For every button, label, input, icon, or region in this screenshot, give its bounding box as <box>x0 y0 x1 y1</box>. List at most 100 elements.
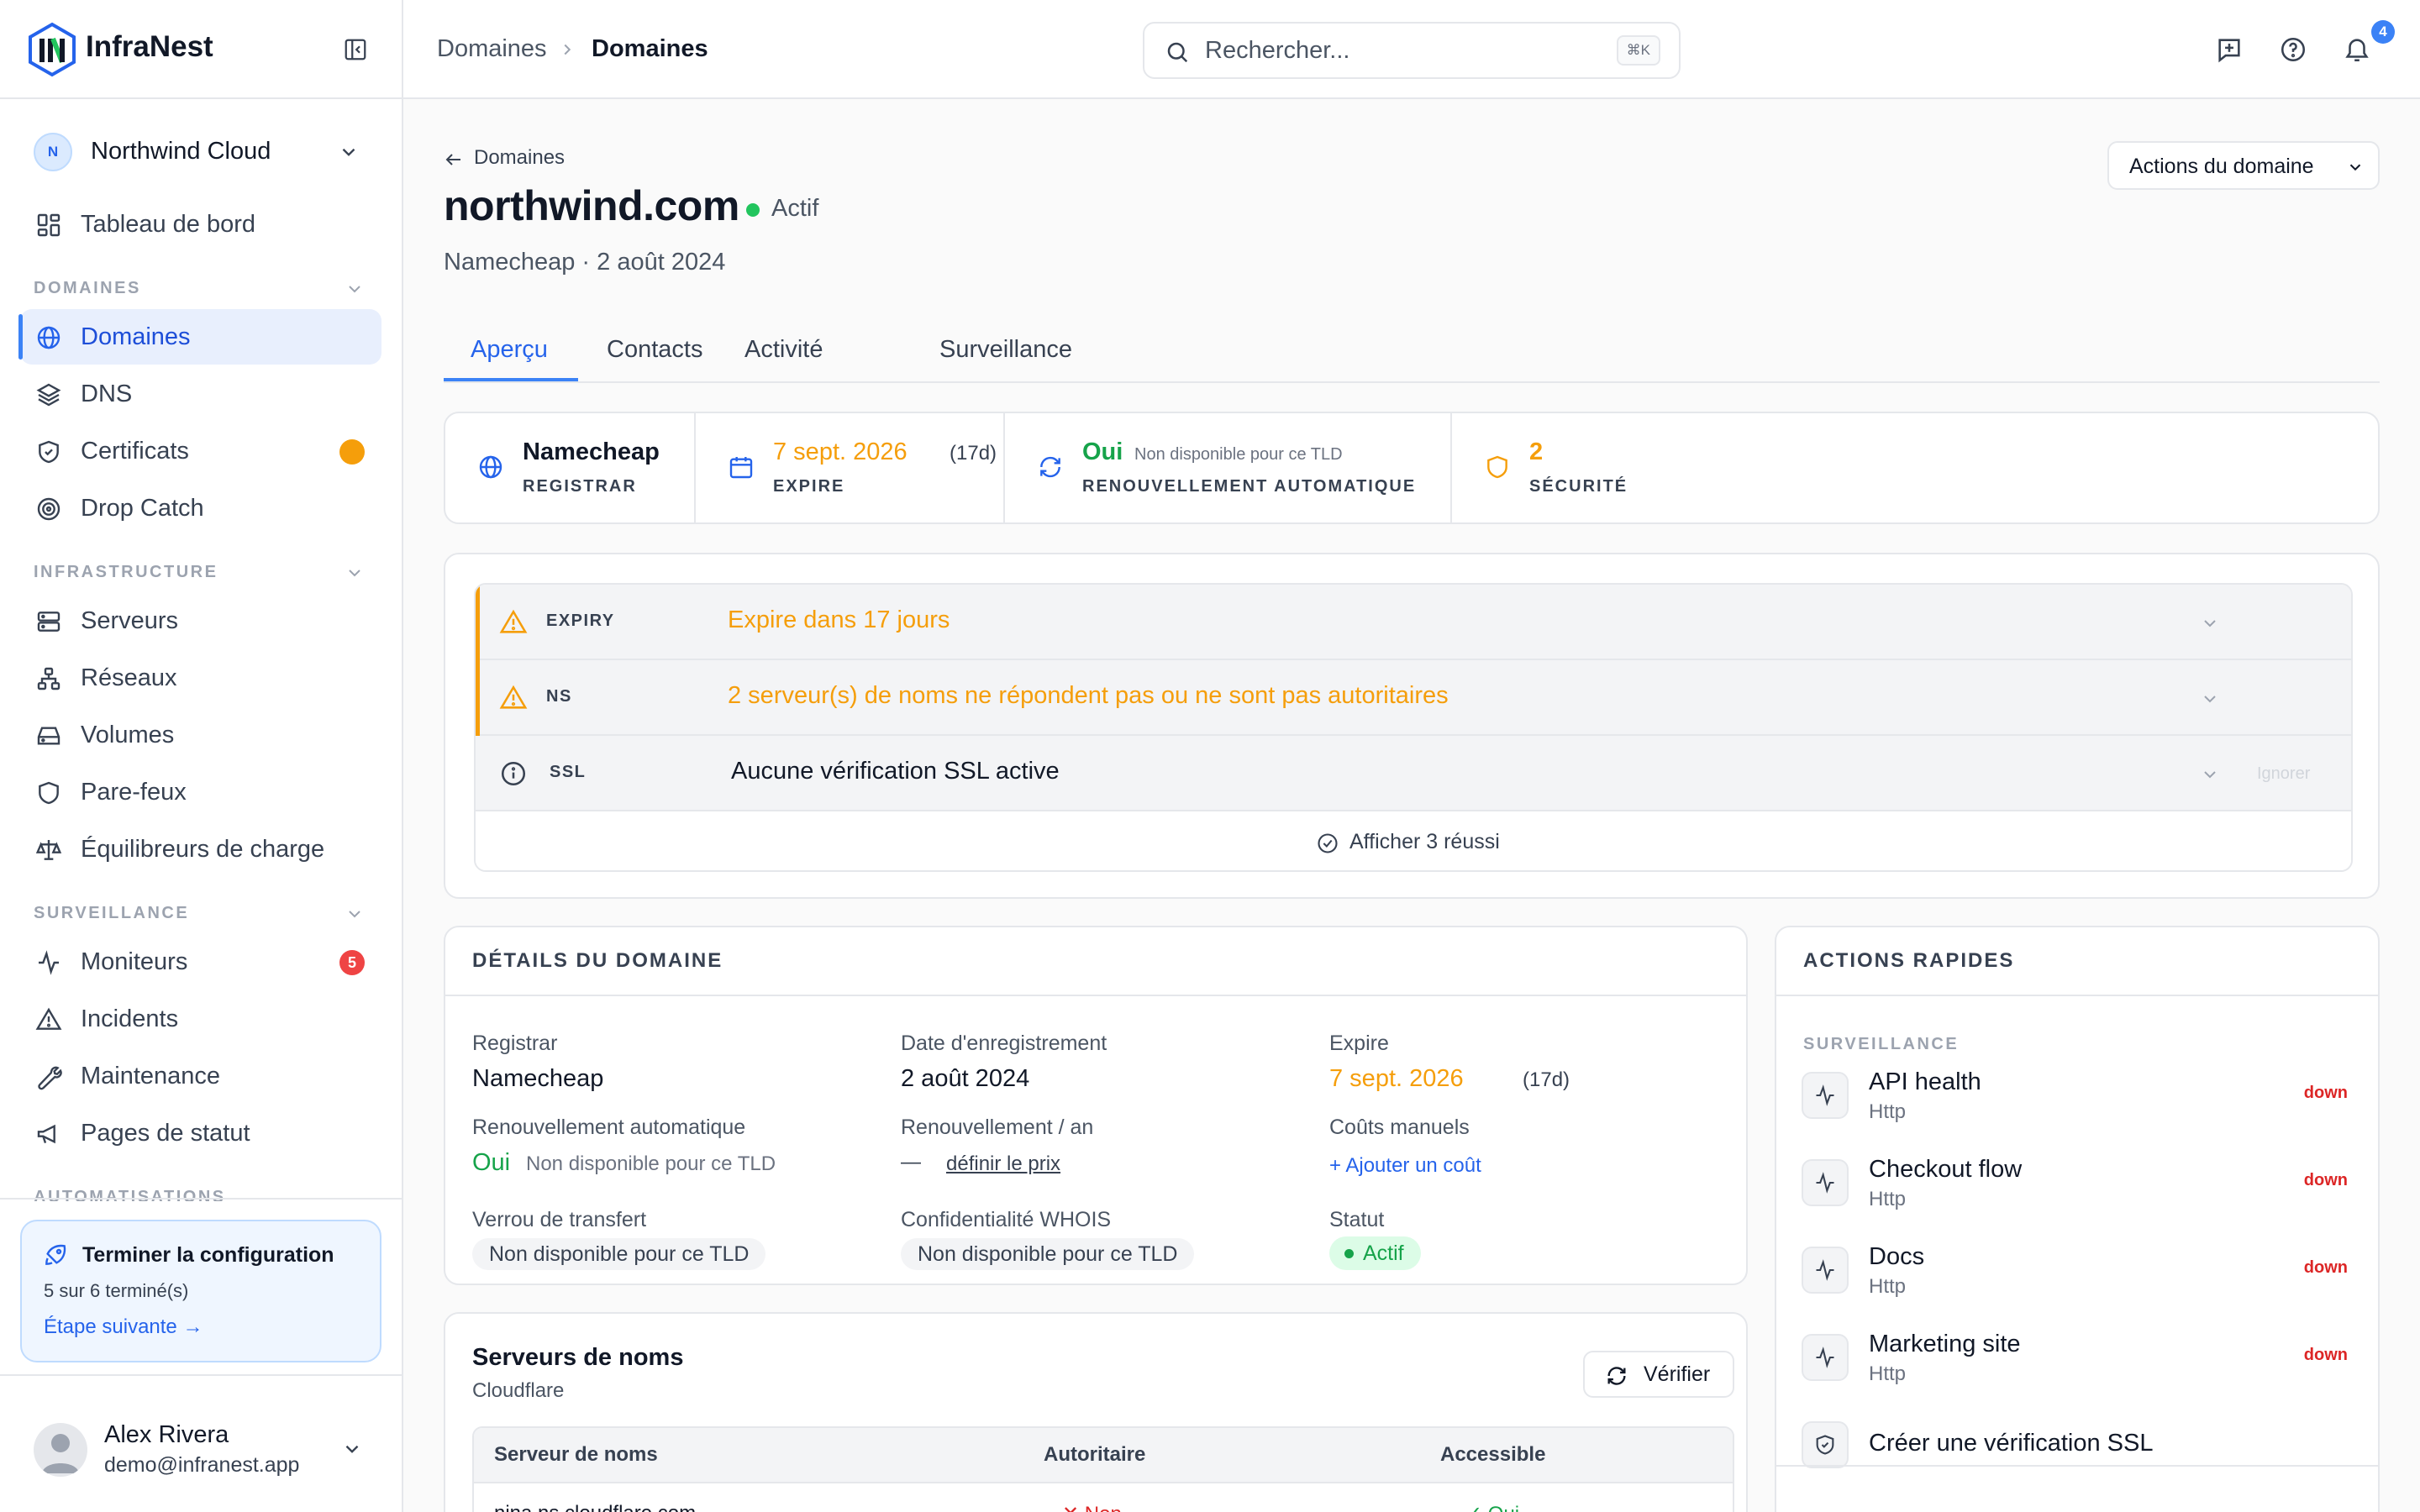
sidebar-item-drop-catch[interactable]: Drop Catch <box>20 480 381 536</box>
sidebar-item-volumes[interactable]: Volumes <box>20 707 381 763</box>
sidebar-item-label: Pare-feux <box>81 779 187 806</box>
sidebar-item-load-balancers[interactable]: Équilibreurs de charge <box>20 822 381 877</box>
field-label: Statut <box>1329 1208 1385 1231</box>
sidebar-item-firewalls[interactable]: Pare-feux <box>20 764 381 820</box>
back-link[interactable]: Domaines <box>474 146 565 170</box>
chevron-down-icon[interactable] <box>2200 764 2220 785</box>
monitor-item[interactable]: Marketing site Http down <box>1802 1322 2348 1393</box>
sidebar-item-monitors[interactable]: Moniteurs 5 <box>20 934 381 990</box>
stat-security: 2 SÉCURITÉ <box>1452 413 1788 522</box>
chevron-down-icon[interactable] <box>345 904 365 924</box>
stat-registrar-value: Namecheap <box>523 438 660 465</box>
search-bar[interactable]: ⌘K <box>1143 22 1681 79</box>
user-menu[interactable]: Alex Rivera demo@infranest.app <box>0 1374 402 1512</box>
sidebar-item-incidents[interactable]: Incidents <box>20 991 381 1047</box>
monitor-state: down <box>2303 1346 2348 1364</box>
monitor-state: down <box>2303 1084 2348 1102</box>
add-cost-link[interactable]: + Ajouter un coût <box>1329 1154 1481 1178</box>
wrench-icon <box>38 1066 62 1090</box>
monitor-item[interactable]: API health Http down <box>1802 1060 2348 1131</box>
ssl-icon-box <box>1802 1421 1849 1468</box>
field-label: Renouvellement automatique <box>472 1116 746 1139</box>
show-passed-checks-button[interactable]: Afficher 3 réussi <box>476 811 2351 870</box>
sidebar-item-maintenance[interactable]: Maintenance <box>20 1048 381 1104</box>
breadcrumb-parent[interactable]: Domaines <box>437 35 547 63</box>
dashboard-icon <box>37 213 60 237</box>
setup-progress: 5 sur 6 terminé(s) <box>44 1280 189 1301</box>
sidebar-item-domains[interactable]: Domaines <box>18 309 381 365</box>
monitor-item[interactable]: Docs Http down <box>1802 1235 2348 1305</box>
chevron-down-icon[interactable] <box>345 563 365 583</box>
sidebar-item-networks[interactable]: Réseaux <box>20 650 381 706</box>
verify-nameservers-button[interactable]: Vérifier <box>1583 1351 1734 1398</box>
ignore-check-button[interactable]: Ignorer <box>2257 764 2310 784</box>
sidebar-collapse-icon[interactable] <box>343 37 368 62</box>
quick-actions-section: SURVEILLANCE <box>1803 1035 1960 1053</box>
sidebar-item-label: Équilibreurs de charge <box>81 836 325 863</box>
sidebar-item-certificates[interactable]: Certificats 1 <box>20 423 381 479</box>
org-switcher[interactable]: N Northwind Cloud <box>34 131 370 173</box>
activity-icon <box>1816 1172 1834 1194</box>
field-label: Confidentialité WHOIS <box>901 1208 1112 1231</box>
chevron-down-icon[interactable] <box>2200 689 2220 709</box>
stat-autorenew-note: Non disponible pour ce TLD <box>1134 445 1343 464</box>
card-header: DÉTAILS DU DOMAINE <box>445 927 1746 996</box>
tab-overview[interactable]: Aperçu <box>471 336 548 364</box>
sidebar-item-label: Serveurs <box>81 607 179 634</box>
bell-icon[interactable] <box>2343 35 2371 64</box>
sidebar-item-status-pages[interactable]: Pages de statut <box>20 1105 381 1161</box>
nav-section-domains: DOMAINES <box>34 279 141 297</box>
server-icon <box>37 612 60 632</box>
sidebar-item-dns[interactable]: DNS <box>20 366 381 422</box>
arrow-left-icon[interactable] <box>444 150 464 170</box>
sidebar-item-dashboard[interactable]: Tableau de bord <box>20 197 381 252</box>
help-icon[interactable] <box>2279 35 2307 64</box>
alert-triangle-icon <box>35 1007 62 1030</box>
page-title: northwind.com <box>444 182 739 229</box>
monitor-icon-box <box>1802 1072 1849 1119</box>
sidebar-item-servers[interactable]: Serveurs <box>20 593 381 648</box>
monitors-count-badge: 5 <box>339 950 365 975</box>
sidebar-divider <box>0 1198 402 1200</box>
search-input[interactable] <box>1205 34 1608 67</box>
setup-progress-card[interactable]: Terminer la configuration 5 sur 6 termin… <box>20 1220 381 1362</box>
field-label: Expire <box>1329 1032 1389 1055</box>
column-header: Autoritaire <box>1044 1443 1146 1466</box>
check-code: EXPIRY <box>546 612 615 630</box>
set-price-link[interactable]: définir le prix <box>946 1152 1060 1176</box>
stat-security-value: 2 <box>1529 438 1544 465</box>
check-row-ns[interactable]: NS 2 serveur(s) de noms ne répondent pas… <box>476 660 2351 736</box>
sidebar-item-label: Maintenance <box>81 1063 221 1089</box>
health-checks-list: EXPIRY Expire dans 17 jours NS 2 serveur… <box>474 583 2353 872</box>
sidebar-item-label: Pages de statut <box>81 1120 250 1147</box>
info-icon <box>501 761 526 786</box>
nameservers-title: Serveurs de noms <box>472 1344 684 1371</box>
feedback-icon[interactable] <box>2215 35 2244 64</box>
nameserver-host: nina.ns.cloudflare.com <box>494 1502 696 1512</box>
monitor-item[interactable]: Checkout flow Http down <box>1802 1147 2348 1218</box>
create-ssl-check-action[interactable]: Créer une vérification SSL <box>1802 1410 2348 1480</box>
chevron-down-icon[interactable] <box>345 279 365 299</box>
network-icon <box>37 667 60 690</box>
tab-contacts[interactable]: Contacts <box>607 336 702 364</box>
domain-actions-button[interactable]: Actions du domaine <box>2107 141 2380 190</box>
chevron-down-icon[interactable] <box>2200 613 2220 633</box>
card-title: ACTIONS RAPIDES <box>1803 949 2015 972</box>
check-message: Expire dans 17 jours <box>728 606 950 633</box>
stat-autorenew-caption: RENOUVELLEMENT AUTOMATIQUE <box>1082 477 1417 496</box>
domain-subline: Namecheap · 2 août 2024 <box>444 249 726 276</box>
tab-activity[interactable]: Activité <box>744 336 823 364</box>
column-header: Serveur de noms <box>494 1443 658 1466</box>
tab-monitoring[interactable]: Surveillance <box>939 336 1072 364</box>
shield-icon <box>39 781 59 805</box>
certificates-count-badge: 1 <box>339 439 365 465</box>
check-row-ssl[interactable]: SSL Aucune vérification SSL active Ignor… <box>476 736 2351 811</box>
monitor-type: Http <box>1869 1275 1907 1298</box>
monitor-icon-box <box>1802 1159 1849 1206</box>
rocket-icon <box>45 1244 66 1265</box>
check-row-expiry[interactable]: EXPIRY Expire dans 17 jours <box>476 585 2351 660</box>
field-label: Coûts manuels <box>1329 1116 1470 1139</box>
sidebar-item-label: DNS <box>81 381 133 407</box>
sidebar-item-label: Volumes <box>81 722 175 748</box>
setup-next-step-link[interactable]: Étape suivante → <box>44 1315 203 1339</box>
